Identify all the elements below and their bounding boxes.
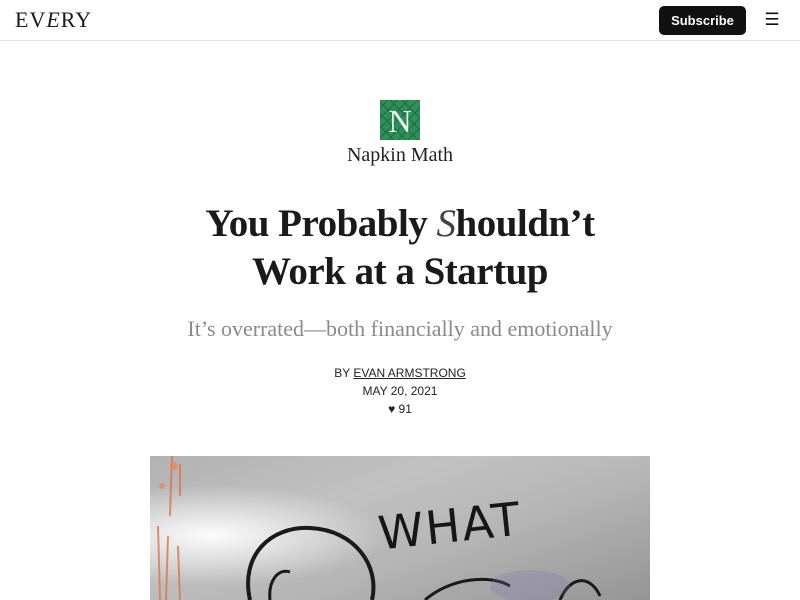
subscribe-button[interactable]: Subscribe	[659, 6, 746, 35]
article-subtitle: It’s overrated—both financially and emot…	[187, 316, 613, 341]
byline-label: BY	[334, 366, 354, 380]
title-part-1: You Probably	[205, 202, 437, 245]
logo-text-italic: E	[46, 7, 61, 32]
title-part-2: houldn’t	[455, 202, 596, 245]
every-logo[interactable]: EVERY	[15, 7, 92, 33]
article-title: You Probably Shouldn’t Work at a Startup	[100, 200, 700, 296]
napkin-math-logo[interactable]: N	[380, 100, 420, 140]
hamburger-menu-icon[interactable]: ☰	[762, 10, 782, 30]
byline: BY EVAN ARMSTRONG	[0, 366, 800, 380]
title-line-2: Work at a Startup	[252, 250, 548, 293]
hero-image: WHAT	[150, 456, 650, 600]
napkin-math-logo-letter: N	[388, 103, 411, 139]
logo-text-prefix: EV	[15, 7, 47, 32]
heart-icon: ♥	[388, 402, 396, 416]
top-navigation-bar: EVERY Subscribe ☰	[0, 0, 800, 41]
publish-date: MAY 20, 2021	[362, 384, 438, 398]
title-swash-letter: S	[436, 202, 457, 245]
author-link[interactable]: EVAN ARMSTRONG	[353, 366, 465, 380]
logo-text-suffix: RY	[60, 7, 93, 32]
publication-name[interactable]: Napkin Math	[0, 144, 800, 167]
likes-count[interactable]: ♥ 91	[0, 402, 800, 416]
likes-number: 91	[398, 402, 412, 416]
